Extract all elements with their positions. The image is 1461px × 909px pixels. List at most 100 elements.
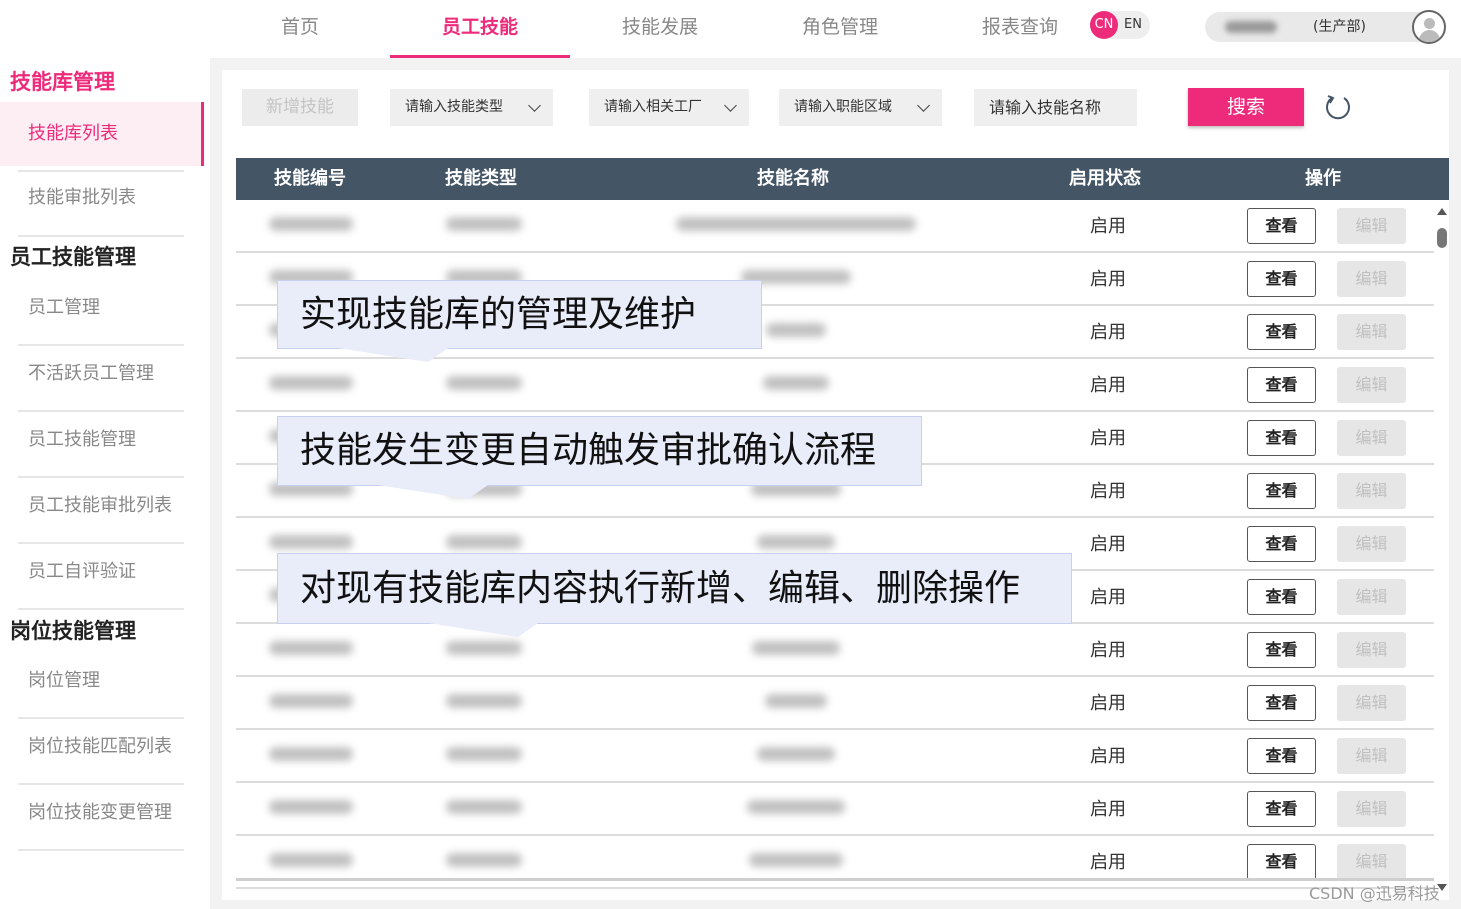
skill-name-blurred bbox=[749, 853, 843, 867]
watermark: CSDN @迅易科技 bbox=[1309, 884, 1440, 903]
sidebar-item-employee-skill-approval[interactable]: 员工技能审批列表 bbox=[0, 474, 204, 538]
skill-type-blurred bbox=[446, 800, 522, 814]
view-button[interactable]: 查看 bbox=[1247, 420, 1316, 456]
status-cell: 启用 bbox=[1090, 852, 1126, 873]
view-button[interactable]: 查看 bbox=[1247, 844, 1316, 880]
tab-role-management[interactable]: 角色管理 bbox=[750, 0, 930, 58]
edit-button[interactable]: 编辑 bbox=[1337, 420, 1406, 456]
user-info[interactable]: (生产部) bbox=[1205, 12, 1445, 42]
user-avatar-icon[interactable] bbox=[1412, 10, 1446, 44]
sidebar-item-position-skill-change[interactable]: 岗位技能变更管理 bbox=[0, 781, 204, 845]
header-operations[interactable]: 操作 bbox=[1305, 158, 1341, 200]
sidebar-item-position-skill-matching[interactable]: 岗位技能匹配列表 bbox=[0, 715, 204, 779]
lang-en-option[interactable]: EN bbox=[1124, 11, 1142, 39]
skill-code-blurred bbox=[269, 535, 353, 549]
skill-type-select[interactable]: 请输入技能类型 bbox=[390, 89, 553, 126]
view-button[interactable]: 查看 bbox=[1247, 367, 1316, 403]
chevron-down-icon bbox=[528, 99, 541, 112]
edit-button[interactable]: 编辑 bbox=[1337, 208, 1406, 244]
tab-report-query[interactable]: 报表查询 bbox=[930, 0, 1110, 58]
header-skill-code[interactable]: 技能编号 bbox=[274, 158, 346, 200]
view-button[interactable]: 查看 bbox=[1247, 526, 1316, 562]
view-button[interactable]: 查看 bbox=[1247, 632, 1316, 668]
callout-text: 技能发生变更自动触发审批确认流程 bbox=[300, 430, 877, 471]
search-button[interactable]: 搜索 bbox=[1188, 88, 1304, 126]
view-button[interactable]: 查看 bbox=[1247, 791, 1316, 827]
edit-button[interactable]: 编辑 bbox=[1337, 473, 1406, 509]
header-enable-status[interactable]: 启用状态 bbox=[1069, 158, 1141, 200]
sidebar-divider bbox=[18, 235, 184, 237]
view-button[interactable]: 查看 bbox=[1247, 314, 1316, 350]
chevron-down-icon bbox=[724, 99, 737, 112]
factory-select[interactable]: 请输入相关工厂 bbox=[589, 89, 749, 126]
edit-button[interactable]: 编辑 bbox=[1337, 526, 1406, 562]
status-cell: 启用 bbox=[1090, 428, 1126, 449]
edit-button[interactable]: 编辑 bbox=[1337, 314, 1406, 350]
table-row: 启用 查看 编辑 bbox=[236, 730, 1434, 783]
refresh-icon[interactable] bbox=[1324, 93, 1352, 121]
language-toggle[interactable]: CN EN bbox=[1090, 11, 1150, 39]
callout-text: 对现有技能库内容执行新增、编辑、删除操作 bbox=[300, 568, 1021, 609]
header-skill-name[interactable]: 技能名称 bbox=[757, 158, 829, 200]
edit-button[interactable]: 编辑 bbox=[1337, 791, 1406, 827]
callout-tail bbox=[428, 623, 538, 637]
functional-area-select[interactable]: 请输入职能区域 bbox=[779, 89, 942, 126]
lang-cn-option[interactable]: CN bbox=[1090, 11, 1118, 39]
sidebar-item-employee-management[interactable]: 员工管理 bbox=[0, 276, 204, 340]
status-cell: 启用 bbox=[1090, 534, 1126, 555]
sidebar-item-inactive-employees[interactable]: 不活跃员工管理 bbox=[0, 342, 204, 406]
view-button[interactable]: 查看 bbox=[1247, 261, 1316, 297]
avatar-head bbox=[1424, 18, 1435, 29]
sidebar: 技能库管理 技能库列表 技能审批列表 员工技能管理 员工管理 不活跃员工管理 员… bbox=[0, 58, 210, 909]
functional-area-select-label: 请输入职能区域 bbox=[794, 99, 892, 115]
skill-name-blurred bbox=[752, 641, 840, 655]
view-button[interactable]: 查看 bbox=[1247, 685, 1316, 721]
edit-button[interactable]: 编辑 bbox=[1337, 632, 1406, 668]
sidebar-item-skill-library-list[interactable]: 技能库列表 bbox=[0, 102, 204, 166]
tab-home[interactable]: 首页 bbox=[210, 0, 390, 58]
sidebar-group-position-skills: 岗位技能管理 bbox=[10, 619, 136, 643]
avatar-body bbox=[1419, 30, 1440, 42]
skill-type-blurred bbox=[446, 747, 522, 761]
sidebar-item-employee-skill-management[interactable]: 员工技能管理 bbox=[0, 408, 204, 472]
scrollbar-thumb[interactable] bbox=[1437, 228, 1447, 248]
status-cell: 启用 bbox=[1090, 693, 1126, 714]
view-button[interactable]: 查看 bbox=[1247, 473, 1316, 509]
skill-type-blurred bbox=[446, 694, 522, 708]
add-skill-button[interactable]: 新增技能 bbox=[242, 89, 358, 126]
view-button[interactable]: 查看 bbox=[1247, 738, 1316, 774]
edit-button[interactable]: 编辑 bbox=[1337, 844, 1406, 880]
edit-button[interactable]: 编辑 bbox=[1337, 261, 1406, 297]
edit-button[interactable]: 编辑 bbox=[1337, 685, 1406, 721]
tab-employee-skills[interactable]: 员工技能 bbox=[390, 0, 570, 58]
status-cell: 启用 bbox=[1090, 587, 1126, 608]
edit-button[interactable]: 编辑 bbox=[1337, 579, 1406, 615]
skill-code-blurred bbox=[269, 800, 353, 814]
view-button[interactable]: 查看 bbox=[1247, 208, 1316, 244]
sidebar-item-self-evaluation[interactable]: 员工自评验证 bbox=[0, 540, 204, 604]
skill-name-input[interactable] bbox=[974, 89, 1137, 126]
chevron-down-icon bbox=[917, 99, 930, 112]
status-cell: 启用 bbox=[1090, 269, 1126, 290]
skill-code-blurred bbox=[269, 853, 353, 867]
edit-button[interactable]: 编辑 bbox=[1337, 738, 1406, 774]
table-row: 启用 查看 编辑 bbox=[236, 783, 1434, 836]
skill-type-blurred bbox=[446, 641, 522, 655]
scroll-up-arrow[interactable] bbox=[1437, 208, 1447, 215]
callout-tail bbox=[378, 485, 488, 499]
user-department: (生产部) bbox=[1313, 19, 1366, 35]
table-row: 启用 查看 编辑 bbox=[236, 836, 1434, 889]
skill-code-blurred bbox=[269, 641, 353, 655]
sidebar-item-skill-approval-list[interactable]: 技能审批列表 bbox=[0, 166, 204, 230]
header-skill-type[interactable]: 技能类型 bbox=[445, 158, 517, 200]
skill-code-blurred bbox=[269, 694, 353, 708]
tab-skill-development[interactable]: 技能发展 bbox=[570, 0, 750, 58]
sidebar-item-position-management[interactable]: 岗位管理 bbox=[0, 649, 204, 713]
skill-name-blurred bbox=[757, 747, 835, 761]
edit-button[interactable]: 编辑 bbox=[1337, 367, 1406, 403]
skill-code-blurred bbox=[269, 217, 353, 231]
sidebar-group-employee-skills: 员工技能管理 bbox=[10, 245, 136, 269]
skill-name-blurred bbox=[747, 800, 845, 814]
view-button[interactable]: 查看 bbox=[1247, 579, 1316, 615]
callout-crud-operations: 对现有技能库内容执行新增、编辑、删除操作 bbox=[277, 553, 1072, 637]
